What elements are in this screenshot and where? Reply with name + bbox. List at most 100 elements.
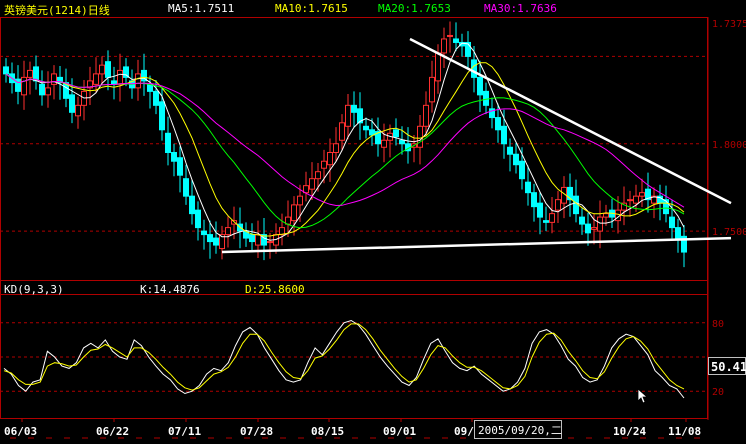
candle-up bbox=[267, 241, 273, 244]
cursor-date-box: 2005/09/20,二 bbox=[474, 420, 562, 439]
chart-canvas: 1.7375 1.8000 1.7500 80 20 06/03 06/22 07/11 07/… bbox=[0, 17, 746, 439]
candle-up bbox=[447, 34, 453, 37]
candle-down bbox=[39, 83, 45, 96]
candle-up bbox=[423, 104, 429, 127]
candle-down bbox=[201, 230, 207, 236]
candle-down bbox=[453, 38, 459, 43]
candle-down bbox=[501, 125, 507, 145]
kd-axis-label: 20 bbox=[712, 387, 724, 398]
candle-down bbox=[165, 132, 171, 153]
candle-down bbox=[495, 117, 501, 131]
chart-title: 英镑美元(1214)日线 bbox=[4, 4, 110, 17]
candle-up bbox=[633, 195, 639, 204]
candle-up bbox=[75, 104, 81, 117]
candle-up bbox=[21, 76, 27, 96]
candle-up bbox=[93, 73, 99, 85]
mouse-pointer-icon bbox=[637, 388, 649, 404]
candle-up bbox=[345, 104, 351, 127]
candle-up bbox=[381, 139, 387, 148]
x-tick-label: 07/28 bbox=[240, 425, 273, 438]
candle-up bbox=[45, 87, 51, 96]
trendline-lower-support bbox=[221, 236, 732, 254]
candle-down bbox=[507, 146, 513, 155]
candle-down bbox=[33, 66, 39, 82]
candle-up bbox=[309, 178, 315, 190]
candle-up bbox=[291, 204, 297, 222]
candle-down bbox=[513, 153, 519, 166]
candle-down bbox=[249, 234, 255, 243]
candle-up bbox=[315, 171, 321, 180]
candle-up bbox=[429, 76, 435, 103]
candle-down bbox=[477, 76, 483, 96]
ma5-label: MA5:1.7511 bbox=[168, 2, 235, 15]
kd-header-frame bbox=[0, 280, 708, 295]
x-tick-label: 06/03 bbox=[4, 425, 37, 438]
ma10-label: MA10:1.7615 bbox=[275, 2, 348, 15]
candle-down bbox=[363, 125, 369, 131]
candle-up bbox=[135, 73, 141, 89]
kd-indicator-label: KD(9,3,3) bbox=[4, 283, 64, 296]
candle-down bbox=[105, 61, 111, 78]
k-value-label: K:14.4876 bbox=[140, 283, 200, 296]
candle-down bbox=[531, 192, 537, 208]
candle-down bbox=[207, 234, 213, 243]
candle-up bbox=[333, 143, 339, 153]
candle-down bbox=[189, 195, 195, 215]
candle-up bbox=[225, 227, 231, 236]
candle-up bbox=[597, 216, 603, 232]
candle-down bbox=[3, 66, 9, 75]
candle-up bbox=[627, 199, 633, 202]
candle-up bbox=[555, 199, 561, 211]
candle-up bbox=[603, 213, 609, 218]
candle-down bbox=[351, 104, 357, 113]
x-tick-label: 08/15 bbox=[311, 425, 344, 438]
x-tick-label: 09/ bbox=[454, 425, 474, 438]
candle-down bbox=[159, 101, 165, 131]
candle-down bbox=[183, 178, 189, 197]
d-value-label: D:25.8600 bbox=[245, 283, 305, 296]
price-axis-label: 1.7375 bbox=[712, 19, 746, 30]
candle-down bbox=[669, 216, 675, 229]
candle-up bbox=[117, 69, 123, 85]
candle-up bbox=[591, 227, 597, 230]
candle-down bbox=[585, 223, 591, 234]
candle-down bbox=[519, 160, 525, 180]
candle-up bbox=[99, 64, 105, 75]
candle-up bbox=[27, 69, 33, 78]
candle-down bbox=[483, 90, 489, 106]
candle-down bbox=[543, 220, 549, 223]
candle-down bbox=[393, 129, 399, 138]
price-axis-label: 1.7500 bbox=[712, 227, 746, 238]
candle-up bbox=[327, 151, 333, 166]
candle-down bbox=[399, 139, 405, 145]
x-tick-label: 10/24 bbox=[613, 425, 646, 438]
kd-current-value: 50.41 bbox=[708, 357, 746, 375]
x-tick-label: 07/11 bbox=[168, 425, 201, 438]
candle-down bbox=[177, 157, 183, 176]
x-tick-label: 06/22 bbox=[96, 425, 129, 438]
kd-axis-label: 80 bbox=[712, 319, 724, 330]
candle-down bbox=[213, 237, 219, 246]
candle-up bbox=[435, 52, 441, 82]
candle-up bbox=[417, 125, 423, 148]
price-axis-label: 1.8000 bbox=[712, 140, 746, 151]
candle-down bbox=[471, 59, 477, 78]
candle-down bbox=[195, 209, 201, 229]
x-tick-label: 11/08 bbox=[668, 425, 701, 438]
k-line bbox=[3, 319, 685, 399]
candle-down bbox=[369, 129, 375, 136]
candle-up bbox=[255, 234, 261, 246]
candle-down bbox=[579, 216, 585, 225]
candle-down bbox=[69, 94, 75, 113]
candle-up bbox=[441, 38, 447, 54]
candle-down bbox=[171, 151, 177, 162]
candle-up bbox=[321, 160, 327, 169]
candle-down bbox=[525, 181, 531, 194]
candle-down bbox=[537, 202, 543, 218]
candle-down bbox=[147, 83, 153, 92]
candle-down bbox=[675, 227, 681, 241]
candle-up bbox=[297, 195, 303, 206]
candle-down bbox=[153, 90, 159, 106]
candle-up bbox=[639, 192, 645, 197]
candle-up bbox=[339, 122, 345, 141]
